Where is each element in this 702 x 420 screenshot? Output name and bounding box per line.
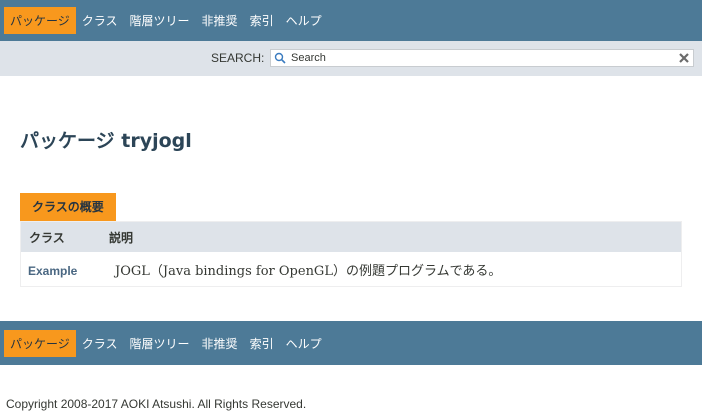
bottom-nav-deprecated[interactable]: 非推奨 — [196, 330, 244, 357]
class-link-example[interactable]: Example — [28, 264, 77, 278]
column-header-class: クラス — [20, 221, 109, 252]
page-title: パッケージ tryjogl — [20, 130, 192, 152]
top-nav-class[interactable]: クラス — [76, 7, 124, 34]
close-icon[interactable] — [677, 51, 691, 65]
top-nav-deprecated[interactable]: 非推奨 — [196, 7, 244, 34]
top-nav-index[interactable]: 索引 — [244, 7, 280, 34]
class-summary-caption: クラスの概要 — [20, 193, 116, 221]
table-cell-description: JOGL（Java bindings for OpenGL）の例題プログラムであ… — [109, 252, 682, 287]
copyright-text: Copyright 2008-2017 AOKI Atsushi. All Ri… — [6, 397, 307, 411]
top-nav-list: パッケージ クラス 階層ツリー 非推奨 索引 ヘルプ — [0, 0, 702, 41]
search-box[interactable] — [270, 49, 694, 67]
class-summary-table: クラス 説明 Example JOGL（Java bindings for Op… — [20, 221, 682, 287]
bottom-navbar: パッケージ クラス 階層ツリー 非推奨 索引 ヘルプ — [0, 321, 702, 365]
bottom-nav-help[interactable]: ヘルプ — [280, 330, 328, 357]
bottom-nav-package[interactable]: パッケージ — [4, 329, 76, 357]
bottom-nav-tree[interactable]: 階層ツリー — [124, 330, 196, 357]
search-icon — [274, 52, 286, 64]
table-row: Example JOGL（Java bindings for OpenGL）の例… — [20, 252, 682, 287]
search-label: SEARCH: — [211, 51, 265, 65]
search-input[interactable] — [291, 50, 671, 66]
column-header-description: 説明 — [109, 221, 682, 252]
top-nav-package[interactable]: パッケージ — [4, 7, 76, 34]
bottom-nav-class[interactable]: クラス — [76, 330, 124, 357]
top-navbar: パッケージ クラス 階層ツリー 非推奨 索引 ヘルプ — [0, 0, 702, 41]
class-description: JOGL（Java bindings for OpenGL）の例題プログラムであ… — [115, 263, 502, 279]
table-header-row: クラス 説明 — [20, 221, 682, 252]
bottom-nav-list: パッケージ クラス 階層ツリー 非推奨 索引 ヘルプ — [0, 321, 702, 365]
top-nav-tree[interactable]: 階層ツリー — [124, 7, 196, 34]
top-nav-help[interactable]: ヘルプ — [280, 7, 328, 34]
table-cell-class: Example — [20, 252, 109, 287]
bottom-nav-index[interactable]: 索引 — [244, 330, 280, 357]
